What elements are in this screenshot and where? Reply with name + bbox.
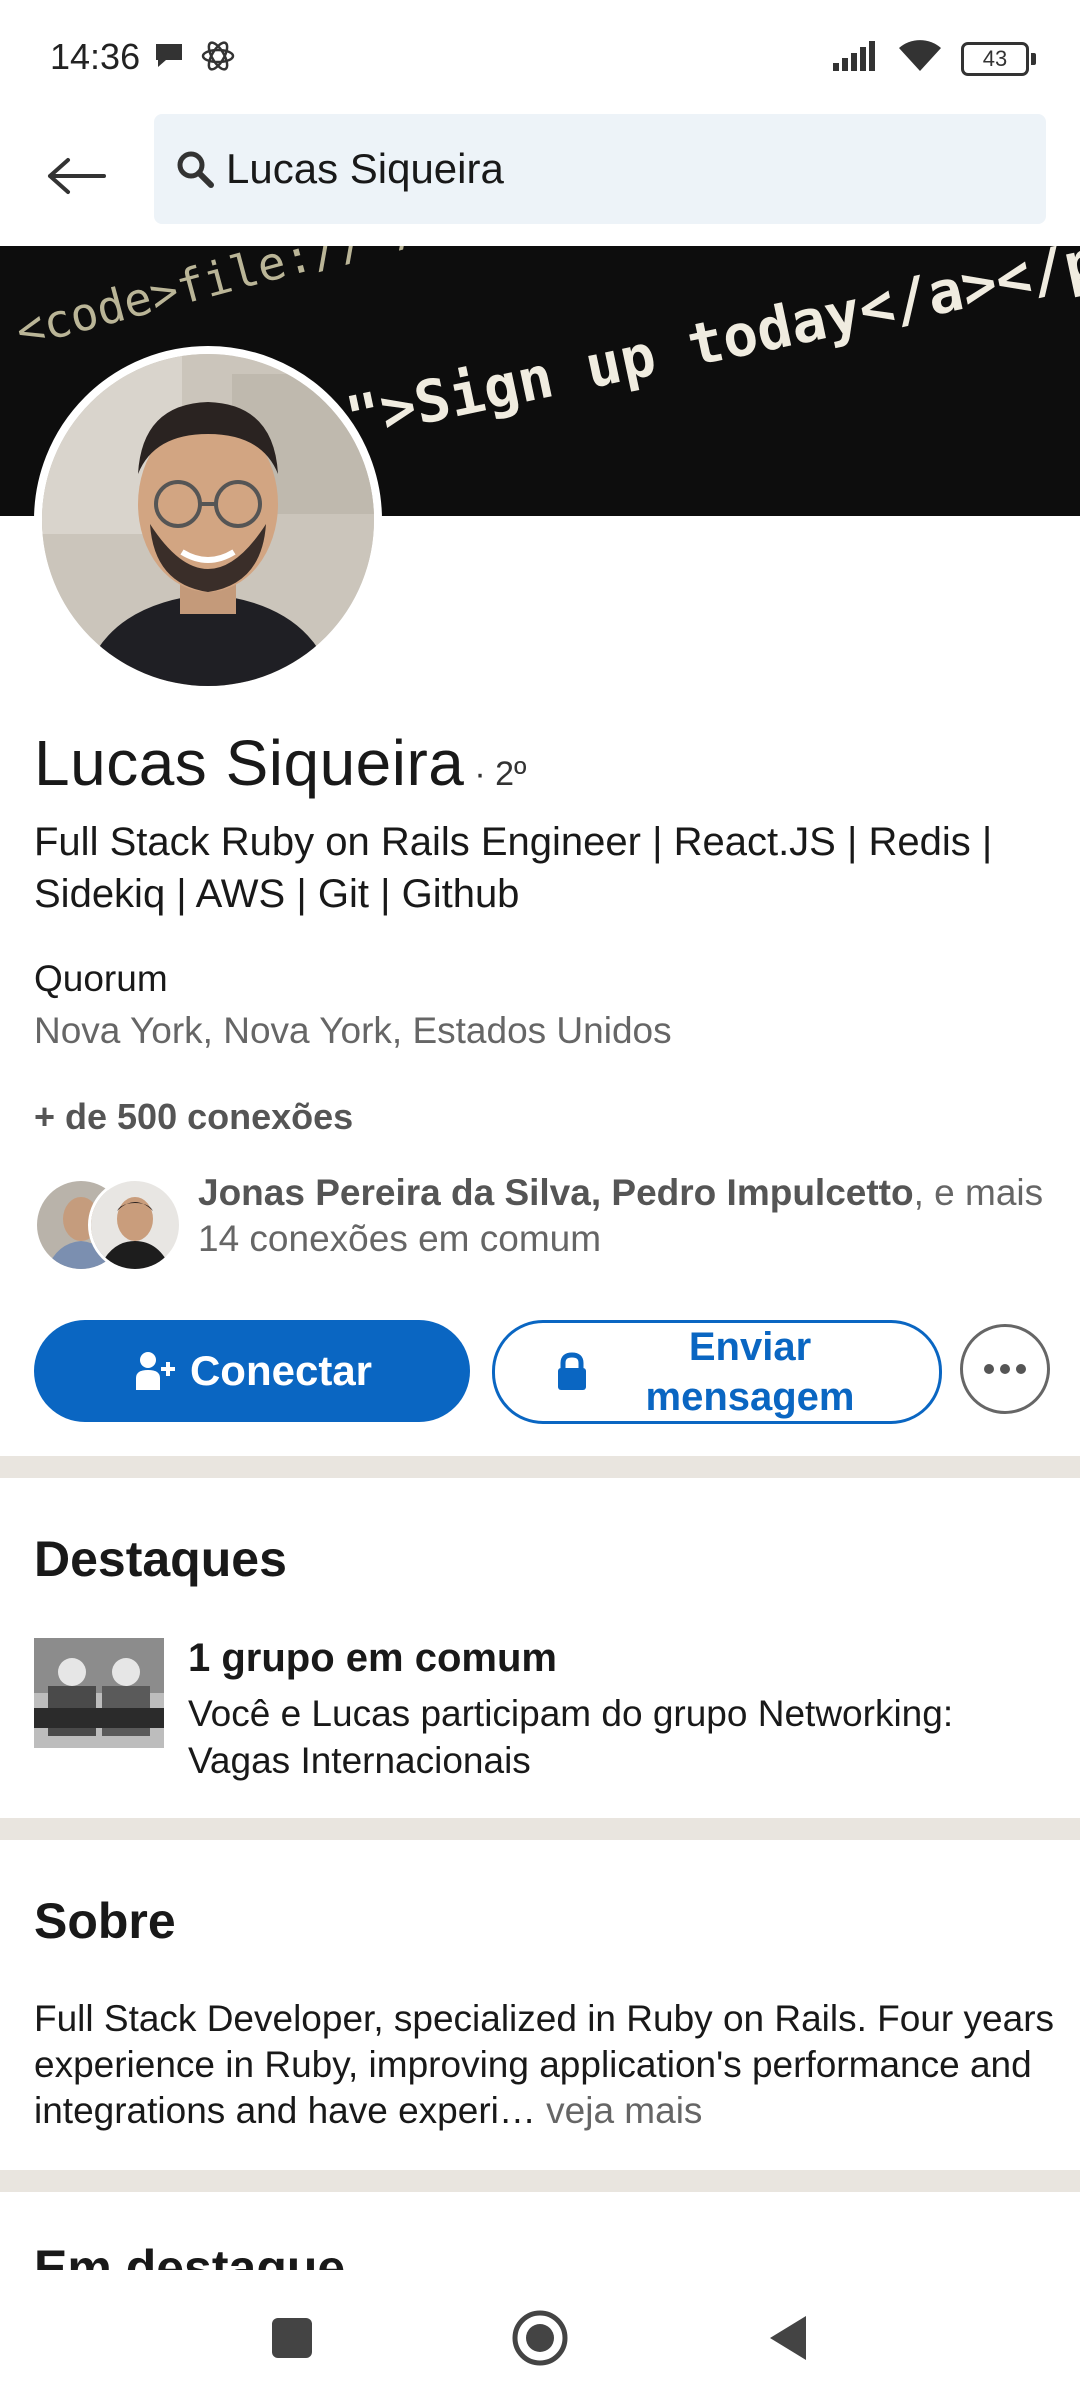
- mutual-suffix: , e mais: [913, 1172, 1044, 1213]
- battery-icon: 43: [961, 41, 1036, 76]
- mutual-connections-text: Jonas Pereira da Silva, Pedro Impulcetto…: [198, 1170, 1080, 1262]
- system-nav-bar: [0, 2270, 1080, 2400]
- square-icon: [272, 2318, 312, 2358]
- mutual-avatars: [34, 1178, 182, 1272]
- featured-title: Em destaque: [34, 2240, 346, 2270]
- triangle-back-icon: [770, 2316, 806, 2360]
- group-thumbnail[interactable]: [34, 1638, 164, 1748]
- mutual-names: Jonas Pereira da Silva, Pedro Impulcetto: [198, 1172, 914, 1213]
- banner-code-line-1: <code>file://</code>: [10, 246, 559, 359]
- connect-button-label: Conectar: [189, 1347, 373, 1394]
- signal-icon: [831, 39, 879, 78]
- arrow-left-icon: [48, 158, 106, 194]
- highlights-title: Destaques: [34, 1531, 287, 1587]
- send-message-button[interactable]: Enviar mensagem: [492, 1320, 942, 1424]
- atom-icon: [200, 38, 236, 79]
- home-circle-icon: [512, 2310, 568, 2366]
- profile-company[interactable]: Quorum: [34, 958, 168, 1000]
- mutual-count: 14 conexões em comum: [198, 1218, 602, 1259]
- status-bar: 14:36 43: [0, 0, 1080, 110]
- top-bar: Lucas Siqueira: [0, 110, 1080, 246]
- back-button[interactable]: [40, 140, 112, 212]
- search-input[interactable]: Lucas Siqueira: [154, 114, 1046, 224]
- mutual-avatar-2: [88, 1178, 182, 1272]
- back-nav-button[interactable]: [758, 2308, 818, 2368]
- ellipsis-icon: [984, 1364, 1026, 1374]
- about-text: Full Stack Developer, specialized in Rub…: [34, 1996, 1054, 2134]
- chat-bubble-icon: [152, 38, 186, 79]
- banner-code-line-2: ">Sign up today</a></p>: [340, 246, 1080, 453]
- status-time: 14:36: [50, 36, 141, 77]
- more-options-button[interactable]: [960, 1324, 1050, 1414]
- mutual-connections[interactable]: Jonas Pereira da Silva, Pedro Impulcetto…: [34, 1170, 1054, 1272]
- connect-button[interactable]: Conectar: [34, 1320, 470, 1422]
- highlight-item-title[interactable]: 1 grupo em comum: [188, 1636, 557, 1681]
- home-button[interactable]: [510, 2308, 570, 2368]
- send-message-label: Enviar mensagem: [645, 1325, 855, 1419]
- profile-location: Nova York, Nova York, Estados Unidos: [34, 1010, 672, 1051]
- section-divider: [0, 1456, 1080, 1478]
- search-icon: [176, 150, 214, 188]
- profile-avatar[interactable]: [34, 346, 382, 694]
- connections-count[interactable]: + de 500 conexões: [34, 1096, 353, 1138]
- search-query: Lucas Siqueira: [226, 145, 504, 192]
- profile-actions: Conectar Enviar mensagem: [34, 1320, 1050, 1424]
- connection-degree: · 2º: [474, 755, 527, 793]
- profile-name-row: Lucas Siqueira · 2º: [34, 726, 526, 800]
- recents-button[interactable]: [262, 2308, 322, 2368]
- about-title: Sobre: [34, 1893, 176, 1949]
- profile-name: Lucas Siqueira: [34, 727, 465, 799]
- see-more-link[interactable]: veja mais: [546, 2090, 702, 2131]
- about-body: Full Stack Developer, specialized in Rub…: [34, 1998, 1055, 2131]
- lock-icon: [558, 1352, 586, 1390]
- profile-headline: Full Stack Ruby on Rails Engineer | Reac…: [34, 820, 993, 916]
- wifi-icon: [897, 38, 943, 79]
- add-person-icon: [135, 1352, 175, 1390]
- section-divider: [0, 1818, 1080, 1840]
- highlight-item-desc: Você e Lucas participam do grupo Network…: [188, 1693, 954, 1781]
- section-divider: [0, 2170, 1080, 2192]
